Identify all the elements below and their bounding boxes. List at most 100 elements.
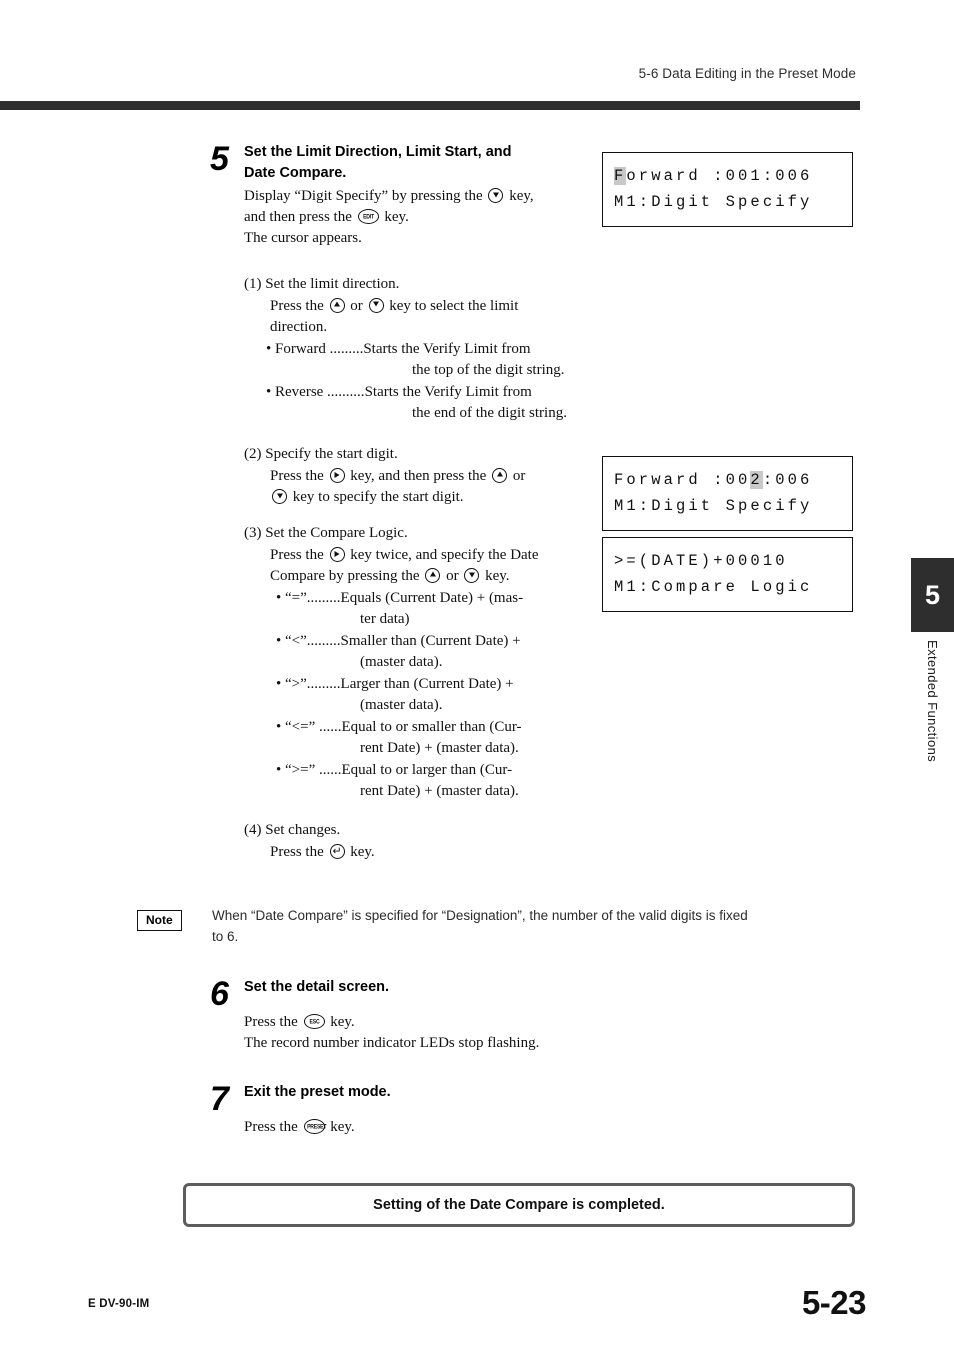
page-header-section-title: 5-6 Data Editing in the Preset Mode	[638, 66, 856, 81]
footer-document-code: E DV-90-IM	[88, 1298, 150, 1310]
lcd-line-2: M1:Digit Specify	[614, 193, 813, 211]
preset-key-icon[interactable]: PRESET	[303, 1119, 326, 1134]
bullet-item: • “>=” ...... Equal to or larger than (C…	[276, 760, 594, 782]
bullet-cont: the top of the digit string.	[412, 362, 565, 378]
step-5-body-line1-b: key,	[509, 188, 534, 204]
step-7-body-line1-a: Press the	[244, 1119, 298, 1135]
substep-2: (2) Specify the start digit. Press the k…	[244, 444, 594, 509]
bullet-term: “=”.........	[285, 589, 341, 606]
note-text-line2: to 6.	[212, 929, 239, 944]
step-7-body-line1-b: key.	[330, 1119, 355, 1135]
bullet-item: • “<”......... Smaller than (Current Dat…	[276, 631, 594, 653]
lcd-text-pre: >=(DATE)+00010	[614, 552, 788, 570]
note-badge: Note	[137, 910, 182, 931]
up-arrow-key-icon[interactable]	[329, 297, 345, 313]
substep-3-label: (3) Set the Compare Logic.	[244, 525, 408, 541]
chapter-tab-number: 5	[924, 580, 941, 610]
substep-4-instr-b: key.	[350, 843, 375, 860]
bullet-term: Forward .........	[275, 340, 364, 357]
bullet-item: • “=”......... Equals (Current Date) + (…	[276, 588, 594, 610]
substep-3-instr-d: key.	[485, 568, 510, 584]
step-7-heading: Exit the preset mode.	[244, 1084, 391, 1100]
substep-1: (1) Set the limit direction. Press the o…	[244, 274, 594, 425]
completion-message: Setting of the Date Compare is completed…	[373, 1197, 665, 1213]
down-arrow-key-icon[interactable]	[488, 188, 504, 203]
substep-2-instr-c: key to specify the start digit.	[292, 489, 464, 505]
step-6-body-line1-a: Press the	[244, 1014, 298, 1030]
step-5-body-line1-a: Display “Digit Specify” by pressing the	[244, 188, 483, 204]
substep-3-instr-or: or	[446, 568, 459, 584]
bullet-desc: Starts the Verify Limit from	[364, 383, 532, 400]
note-text: When “Date Compare” is specified for “De…	[212, 905, 857, 947]
bullet-item: • Forward ......... Starts the Verify Li…	[266, 339, 594, 361]
substep-3: (3) Set the Compare Logic. Press the key…	[244, 523, 594, 803]
substep-1-label: (1) Set the limit direction.	[244, 276, 400, 292]
down-arrow-key-icon[interactable]	[272, 489, 287, 504]
substep-2-instr-b: key, and then press the	[350, 467, 487, 484]
lcd-line-1: Forward :002:006	[614, 467, 841, 493]
substep-1-instr-or: or	[350, 297, 363, 314]
bullet-desc: Smaller than (Current Date) +	[340, 632, 521, 649]
bullet-desc: Equals (Current Date) + (mas-	[340, 589, 524, 606]
substep-1-instr-b: key to select the limit	[389, 297, 519, 314]
bullet-cont: rent Date) + (master data).	[360, 783, 519, 799]
step-5-number: 5	[210, 140, 229, 178]
step-5-body-line2-b: key.	[384, 209, 409, 225]
step-5: 5 Set the Limit Direction, Limit Start, …	[210, 142, 590, 249]
bullet-desc: Larger than (Current Date) +	[340, 675, 514, 692]
substep-2-instr-or: or	[512, 467, 526, 484]
bullet-desc: Equal to or larger than (Cur-	[341, 761, 513, 778]
substep-3-instr-b: key twice, and specify the Date	[350, 546, 539, 563]
manual-page: 5-6 Data Editing in the Preset Mode 5 Ex…	[0, 0, 954, 1352]
lcd-text-post: orward :001:006	[626, 167, 813, 185]
enter-key-icon[interactable]: ↵	[329, 843, 345, 859]
substep-3-instr-a: Press the	[270, 546, 324, 563]
right-arrow-key-icon[interactable]	[329, 546, 345, 562]
down-arrow-key-icon[interactable]	[368, 297, 384, 313]
down-arrow-key-icon[interactable]	[464, 568, 480, 583]
esc-key-icon[interactable]: ESC	[303, 1014, 325, 1029]
edit-key-label: EDIT	[362, 213, 374, 220]
completion-message-box: Setting of the Date Compare is completed…	[183, 1183, 855, 1227]
bullet-desc: Starts the Verify Limit from	[363, 340, 531, 357]
lcd-line-1: Forward :001:006	[614, 163, 841, 189]
lcd-compare-logic: >=(DATE)+00010 M1:Compare Logic	[602, 537, 853, 612]
bullet-item: • “>”......... Larger than (Current Date…	[276, 674, 594, 696]
chapter-tab-label-wrap: Extended Functions	[911, 640, 954, 880]
lcd-text-pre: Forward :00	[614, 471, 751, 489]
right-arrow-key-icon[interactable]	[329, 467, 345, 483]
chapter-tab-block: 5	[911, 558, 954, 632]
substep-2-instr-a: Press the	[270, 467, 324, 484]
substep-1-instr-a: Press the	[270, 297, 324, 314]
lcd-cursor-highlight: F	[614, 167, 627, 185]
lcd-line-1: >=(DATE)+00010	[614, 548, 841, 574]
chapter-tab-label: Extended Functions	[925, 640, 940, 763]
substep-2-label: (2) Specify the start digit.	[244, 446, 398, 462]
lcd-line-2: M1:Digit Specify	[614, 497, 813, 515]
step-7-number: 7	[210, 1080, 229, 1118]
bullet-cont: (master data).	[360, 697, 443, 713]
header-rule	[0, 101, 860, 110]
lcd-digit-specify-001: Forward :001:006 M1:Digit Specify	[602, 152, 853, 227]
up-arrow-key-icon[interactable]	[492, 467, 508, 483]
up-arrow-key-icon[interactable]	[425, 568, 441, 583]
substep-4-instr-a: Press the	[270, 843, 324, 860]
step-7: 7 Exit the preset mode. Press the PRESET…	[210, 1082, 630, 1138]
step-6-heading: Set the detail screen.	[244, 979, 390, 995]
preset-key-label: PRESET	[306, 1123, 326, 1130]
bullet-term: “>=” ......	[285, 761, 342, 778]
lcd-text-post: :006	[762, 471, 813, 489]
edit-key-icon[interactable]: EDIT	[357, 209, 379, 224]
step-6: 6 Set the detail screen. Press the ESC k…	[210, 977, 630, 1054]
step-5-body-line3: The cursor appears.	[244, 230, 362, 246]
bullet-desc: Equal to or smaller than (Cur-	[341, 718, 522, 735]
step-5-body-line2-a: and then press the	[244, 209, 352, 225]
substep-1-instr-c: direction.	[270, 319, 328, 335]
footer-page-number: 5-23	[801, 1284, 867, 1321]
substep-3-instr-c: Compare by pressing the	[270, 568, 420, 584]
lcd-line-2: M1:Compare Logic	[614, 578, 813, 596]
bullet-item: • Reverse .......... Starts the Verify L…	[266, 382, 594, 404]
lcd-cursor-highlight: 2	[750, 471, 763, 489]
bullet-cont: the end of the digit string.	[412, 405, 567, 421]
bullet-term: “<”.........	[285, 632, 341, 649]
